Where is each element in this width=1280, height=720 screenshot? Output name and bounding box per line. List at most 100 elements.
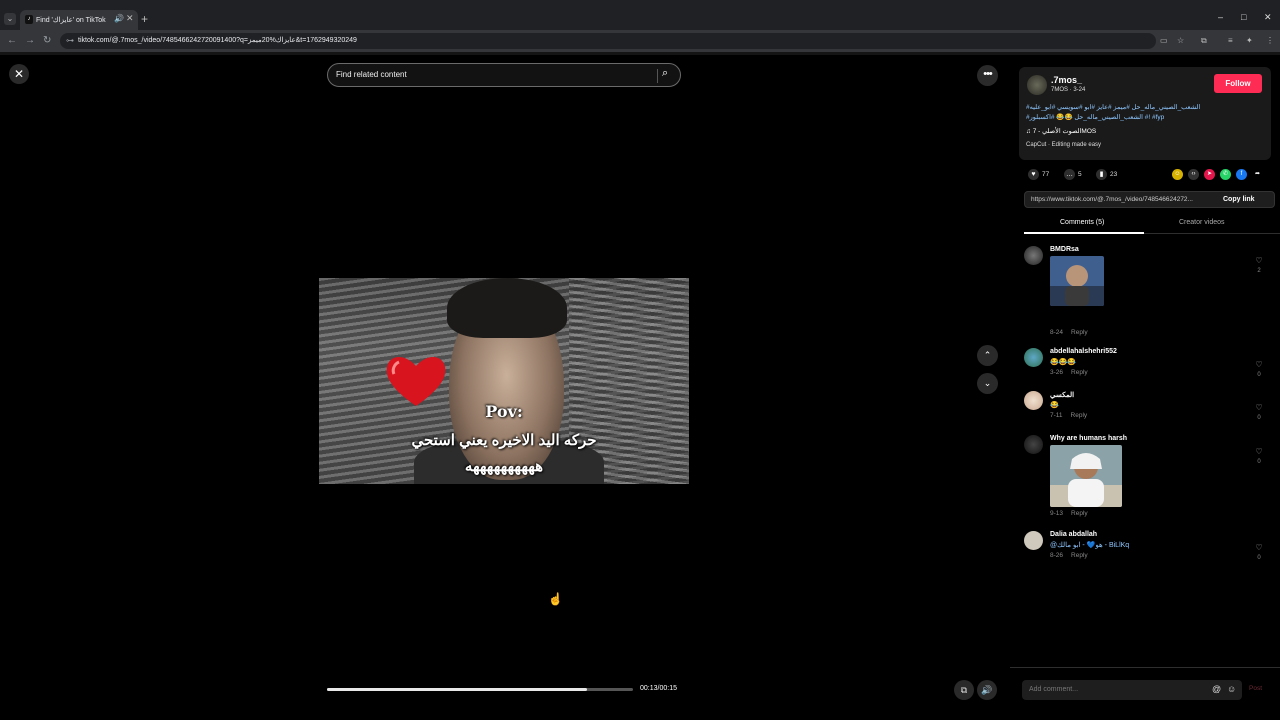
volume-icon[interactable]: 🔊 (977, 680, 997, 700)
share-arrow-icon[interactable]: ➦ (1252, 169, 1263, 180)
video-description-line2[interactable]: #الشعب_الصيني_ماله_حل 😂😂 #اكسبلور #! #fy… (1026, 113, 1266, 121)
comment-author[interactable]: Dalia abdallah (1050, 531, 1097, 538)
heart-like-icon[interactable]: ♥ (1028, 169, 1039, 180)
comment-gif-image[interactable] (1050, 445, 1122, 507)
reply-link[interactable]: Reply (1071, 552, 1088, 559)
comment-heart-icon[interactable]: ♡ (1254, 360, 1264, 369)
close-icon[interactable]: ✕ (9, 64, 29, 84)
facebook-icon[interactable]: f (1236, 169, 1247, 180)
window-close-icon[interactable]: ✕ (1264, 12, 1272, 23)
browser-tab[interactable]: ♪ Find 'عايزاك' on TikTok 🔊 ✕ (20, 10, 138, 30)
related-search-box[interactable]: Find related content ⌕ (327, 63, 681, 87)
avatar[interactable] (1024, 391, 1043, 410)
comment-icon[interactable]: … (1064, 169, 1075, 180)
back-icon[interactable]: ← (7, 35, 17, 46)
whatsapp-icon[interactable]: ✆ (1220, 169, 1231, 180)
like-stat[interactable]: ♥ 77 (1028, 169, 1049, 180)
search-icon[interactable]: ⌕ (662, 67, 668, 80)
avatar[interactable] (1024, 348, 1043, 367)
video-time: 00:13/00:15 (640, 685, 677, 692)
comment-placeholder[interactable]: Add comment... (1029, 686, 1078, 693)
save-count: 23 (1110, 171, 1118, 178)
comment-meta: 3-26 Reply (1050, 369, 1088, 376)
previous-video-icon[interactable]: ⌃ (977, 345, 998, 366)
site-info-icon[interactable]: ⊶ (66, 36, 74, 45)
comment-like-count: 0 (1257, 459, 1261, 465)
search-placeholder[interactable]: Find related content (336, 70, 407, 79)
emoji-icon[interactable]: ☺ (1227, 684, 1236, 694)
omnibox[interactable]: ⊶ tiktok.com/@.7mos_/video/7485466242720… (60, 33, 1156, 49)
send-icon[interactable]: ➤ (1204, 169, 1215, 180)
comment-count: 5 (1078, 171, 1082, 178)
tab-search-icon[interactable]: ⌄ (4, 13, 16, 25)
comment-meta: 9-13 Reply (1050, 510, 1088, 517)
comment-heart-icon[interactable]: ♡ (1254, 256, 1264, 265)
tab-creator-videos[interactable]: Creator videos (1179, 219, 1225, 226)
speaker-icon[interactable]: 🔊 (114, 14, 124, 23)
author-username[interactable]: .7mos_ (1051, 75, 1082, 85)
capcut-link[interactable]: CapCut · Editing made easy (1026, 142, 1101, 148)
avatar[interactable] (1024, 246, 1043, 265)
pov-caption: Pov: (485, 402, 523, 421)
music-link[interactable]: ♫ الصوت الأصلي - 7MOS (1026, 127, 1096, 135)
mention-icon[interactable]: @ (1212, 684, 1221, 694)
reload-icon[interactable]: ↻ (43, 35, 51, 46)
comment-heart-icon[interactable]: ♡ (1254, 543, 1264, 552)
post-button[interactable]: Post (1249, 685, 1262, 692)
save-stat[interactable]: ▮ 23 (1096, 169, 1117, 180)
reply-link[interactable]: Reply (1071, 412, 1088, 419)
video-stage[interactable]: Find related content ⌕ Pov: حركه اليد ال… (319, 55, 689, 710)
forward-icon[interactable]: → (25, 35, 35, 46)
comment-heart-icon[interactable]: ♡ (1254, 447, 1264, 456)
url-text[interactable]: tiktok.com/@.7mos_/video/748546624272009… (78, 36, 357, 44)
maximize-icon[interactable]: □ (1241, 12, 1246, 22)
video-frame[interactable]: Pov: حركه اليد الاخيره يعني استحي هههههه… (319, 278, 689, 484)
reply-link[interactable]: Reply (1071, 329, 1088, 336)
video-description-line1[interactable]: #الشعب_الصيني_ماله_حل #ميمز #عايز #ابو #… (1026, 103, 1266, 111)
comment-stat[interactable]: … 5 (1064, 169, 1082, 180)
video-progress-bar[interactable] (327, 688, 633, 691)
author-subline: 7MOS · 3-24 (1051, 87, 1086, 93)
comment-author[interactable]: المكسي (1050, 391, 1074, 399)
avatar[interactable] (1024, 531, 1043, 550)
video-link[interactable]: https://www.tiktok.com/@.7mos_/video/748… (1031, 196, 1211, 203)
profile-icon[interactable]: ✦ (1246, 36, 1253, 45)
comment-meta: 7-11 Reply (1050, 412, 1087, 419)
comment-like-count: 0 (1257, 415, 1261, 421)
minimize-icon[interactable]: – (1218, 12, 1223, 22)
picture-in-picture-icon[interactable]: ⧉ (954, 680, 974, 700)
embed-icon[interactable]: ‹› (1188, 169, 1199, 180)
menu-icon[interactable]: ⋮ (1266, 36, 1274, 45)
comment-author[interactable]: abdellahalshehri552 (1050, 348, 1117, 355)
media-icon[interactable]: ≡ (1228, 36, 1233, 45)
comment-like-count: 2 (1257, 268, 1261, 274)
tab-comments[interactable]: Comments (5) (1060, 219, 1104, 226)
reply-link[interactable]: Reply (1071, 369, 1088, 376)
more-options-icon[interactable]: ••• (977, 65, 998, 86)
comment-date: 8-26 (1050, 552, 1064, 559)
new-tab-button[interactable]: + (141, 12, 148, 26)
avatar[interactable] (1024, 435, 1043, 454)
avatar[interactable] (1027, 75, 1047, 95)
extensions-icon[interactable]: ⧉ (1201, 36, 1207, 46)
comment-text: 😂😂😂 (1050, 359, 1077, 366)
video-info-panel: .7mos_ 7MOS · 3-24 Follow #الشعب_الصيني_… (1010, 55, 1280, 720)
next-video-icon[interactable]: ⌄ (977, 373, 998, 394)
follow-button[interactable]: Follow (1214, 74, 1262, 93)
comment-gif-image[interactable] (1050, 256, 1104, 306)
comment-meta: 8-24 Reply (1050, 329, 1088, 336)
bookmark-icon[interactable]: ▮ (1096, 169, 1107, 180)
comment-heart-icon[interactable]: ♡ (1254, 403, 1264, 412)
comment-meta: 8-26 Reply (1050, 552, 1088, 559)
comment-author[interactable]: BMDRsa (1050, 246, 1079, 253)
reply-link[interactable]: Reply (1071, 510, 1088, 517)
comment-input[interactable]: Add comment... @ ☺ (1022, 680, 1242, 700)
copy-link-button[interactable]: Copy link (1223, 196, 1255, 203)
bookmark-star-icon[interactable]: ☆ (1177, 36, 1184, 45)
cast-icon[interactable]: ▭ (1160, 36, 1168, 45)
comment-author[interactable]: Why are humans harsh (1050, 435, 1127, 442)
comment-date: 8-24 (1050, 329, 1064, 336)
copy-link-box: https://www.tiktok.com/@.7mos_/video/748… (1024, 191, 1275, 208)
emoji-share-icon[interactable]: ☺ (1172, 169, 1183, 180)
tab-close-icon[interactable]: ✕ (126, 13, 134, 24)
